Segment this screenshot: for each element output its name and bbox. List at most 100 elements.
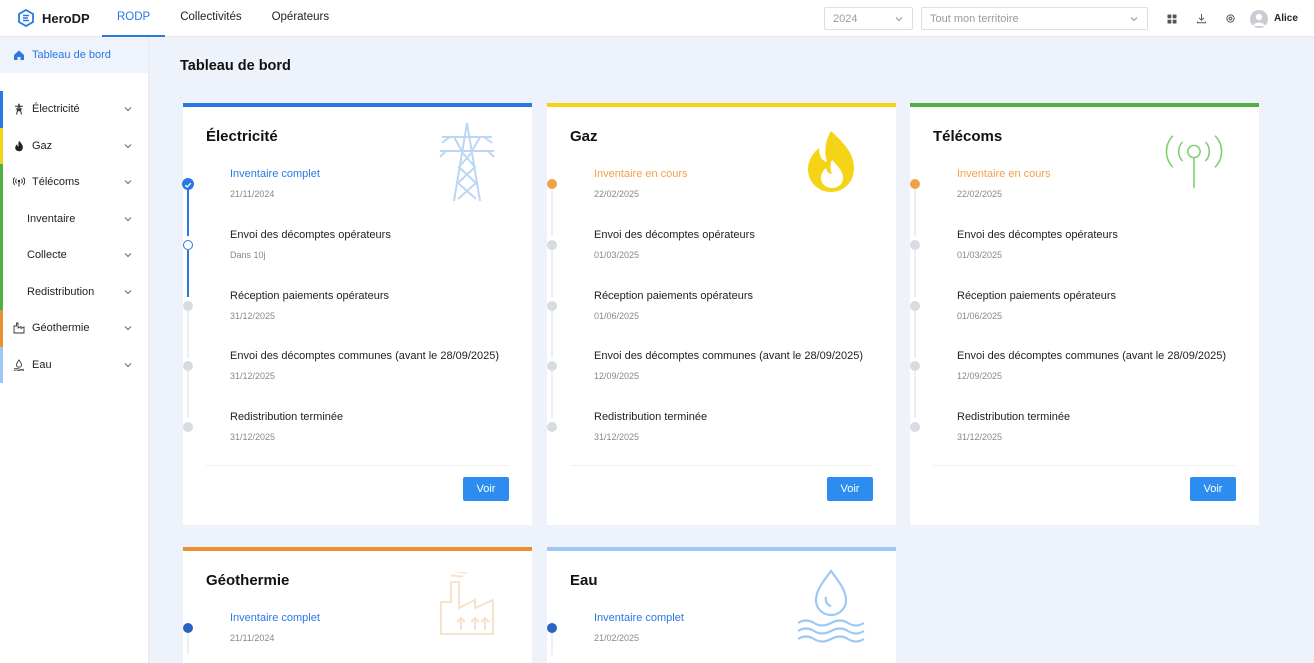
timeline-step: Réception paiements opérateurs 31/12/202… xyxy=(183,287,526,358)
antenna-icon xyxy=(13,176,25,188)
voir-button[interactable]: Voir xyxy=(463,477,509,501)
card-geothermie: Géothermie Inventaire complet 21/11/2024 xyxy=(183,547,532,663)
timeline-step: Envoi des décomptes communes (avant le 2… xyxy=(183,347,526,419)
chevron-down-icon xyxy=(123,287,133,297)
card-gaz: Gaz Inventaire en cours 22/02/2025 Envoi… xyxy=(547,103,896,525)
step-date: Dans 10j xyxy=(230,249,266,260)
step-label: Redistribution terminée xyxy=(230,411,344,424)
territory-select-value: Tout mon territoire xyxy=(930,12,1019,25)
tab-operateurs[interactable]: Opérateurs xyxy=(257,0,345,37)
step-date: 12/09/2025 xyxy=(594,371,640,382)
step-date: 22/02/2025 xyxy=(957,189,1003,199)
timeline-step: Envoi des décomptes opérateurs 01/03/202… xyxy=(547,226,890,297)
step-label: Envoi des décomptes communes (avant le 2… xyxy=(230,350,500,363)
step-label: Inventaire complet xyxy=(230,168,320,180)
sidebar-item-dashboard[interactable]: Tableau de bord xyxy=(0,37,148,73)
complete-step-dot xyxy=(183,623,193,633)
voir-button[interactable]: Voir xyxy=(1190,477,1236,501)
grid-icon[interactable] xyxy=(1165,12,1179,26)
complete-step-dot xyxy=(547,623,557,633)
chevron-down-icon xyxy=(123,360,133,370)
sidebar-item-gaz[interactable]: Gaz xyxy=(0,127,148,164)
sidebar-item-label: Tableau de bord xyxy=(32,49,111,61)
pending-step-dot xyxy=(910,422,920,433)
pending-step-dot xyxy=(910,239,920,250)
category-color-bar xyxy=(0,310,3,347)
category-color-bar xyxy=(0,91,3,128)
step-date: 21/02/2025 xyxy=(594,633,640,643)
territory-select[interactable]: Tout mon territoire xyxy=(921,7,1148,30)
timeline: Inventaire en cours 22/02/2025 Envoi des… xyxy=(910,165,1253,469)
card-color-bar xyxy=(183,547,532,551)
page-title: Tableau de bord xyxy=(180,58,291,74)
sidebar-item-label: Inventaire xyxy=(27,212,76,225)
chevron-down-icon xyxy=(123,177,133,187)
pending-step-dot xyxy=(910,361,920,372)
settings-icon[interactable] xyxy=(1223,12,1237,26)
top-bar: HeroDP RODP Collectivités Opérateurs 202… xyxy=(0,0,1314,37)
factory-icon xyxy=(13,322,25,334)
sidebar: Tableau de bord Électricité Gaz Télécoms… xyxy=(0,37,149,663)
timeline: Inventaire complet 21/11/2024 xyxy=(183,609,526,663)
timeline-connector xyxy=(187,249,189,297)
step-label: Envoi des décomptes opérateurs xyxy=(230,228,391,241)
chevron-down-icon xyxy=(123,323,133,333)
sidebar-subitem-inventaire[interactable]: Inventaire xyxy=(0,200,148,237)
year-select-value: 2024 xyxy=(833,12,858,25)
timeline: Inventaire complet 21/02/2025 xyxy=(547,609,890,663)
timeline-step: Inventaire complet 21/11/2024 xyxy=(183,609,526,663)
timeline: Inventaire en cours 22/02/2025 Envoi des… xyxy=(547,165,890,469)
sidebar-item-label: Gaz xyxy=(32,139,53,152)
step-label: Inventaire complet xyxy=(594,612,684,624)
sidebar-item-geothermie[interactable]: Géothermie xyxy=(0,310,148,347)
timeline-connector xyxy=(187,633,189,655)
chevron-down-icon xyxy=(123,104,133,114)
sidebar-item-label: Collecte xyxy=(27,249,67,262)
app-logo[interactable]: HeroDP xyxy=(17,9,102,27)
timeline-connector xyxy=(914,310,916,358)
timeline-connector xyxy=(551,371,553,419)
user-name: Alice xyxy=(1274,13,1298,24)
timeline-connector xyxy=(551,249,553,297)
step-date: 01/03/2025 xyxy=(957,249,1003,260)
chevron-down-icon xyxy=(894,14,904,24)
sidebar-item-eau[interactable]: Eau xyxy=(0,346,148,383)
in-progress-step-dot xyxy=(547,179,557,189)
step-label: Redistribution terminée xyxy=(957,411,1071,424)
timeline-connector xyxy=(187,189,189,236)
chevron-down-icon xyxy=(123,141,133,151)
sidebar-item-electricite[interactable]: Électricité xyxy=(0,91,148,128)
top-nav: RODP Collectivités Opérateurs xyxy=(102,0,344,37)
card-title: Gaz xyxy=(570,128,598,145)
download-icon[interactable] xyxy=(1194,12,1208,26)
sidebar-item-label: Eau xyxy=(32,358,52,371)
step-date: 01/06/2025 xyxy=(957,310,1003,321)
sidebar-subitem-redistribution[interactable]: Redistribution xyxy=(0,273,148,310)
timeline-step: Envoi des décomptes communes (avant le 2… xyxy=(547,347,890,419)
pylon-icon xyxy=(13,103,25,115)
card-eau: Eau Inventaire complet 21/02/2025 xyxy=(547,547,896,663)
step-date: 22/02/2025 xyxy=(594,189,640,199)
user-menu[interactable]: Alice xyxy=(1250,9,1298,28)
tab-collectivites[interactable]: Collectivités xyxy=(165,0,256,37)
sidebar-item-telecoms[interactable]: Télécoms xyxy=(0,164,148,201)
pending-step-dot xyxy=(183,361,193,372)
step-date: 21/11/2024 xyxy=(230,189,275,199)
chevron-down-icon xyxy=(1129,14,1139,24)
voir-button[interactable]: Voir xyxy=(827,477,873,501)
sidebar-subitem-collecte[interactable]: Collecte xyxy=(0,237,148,274)
card-telecoms: Télécoms Inventaire en cours 22/02/2025 … xyxy=(910,103,1259,525)
sidebar-item-label: Redistribution xyxy=(27,285,95,298)
step-label: Inventaire complet xyxy=(230,612,320,624)
sidebar-item-label: Géothermie xyxy=(32,322,90,335)
timeline-connector xyxy=(914,189,916,236)
chevron-down-icon xyxy=(123,250,133,260)
divider xyxy=(570,465,873,466)
tab-rodp[interactable]: RODP xyxy=(102,0,166,37)
timeline-connector xyxy=(914,249,916,297)
card-title: Télécoms xyxy=(933,128,1003,145)
timeline-step: Envoi des décomptes communes (avant le 2… xyxy=(910,347,1253,419)
year-select[interactable]: 2024 xyxy=(824,7,913,30)
card-color-bar xyxy=(547,103,896,107)
timeline-connector xyxy=(914,371,916,419)
